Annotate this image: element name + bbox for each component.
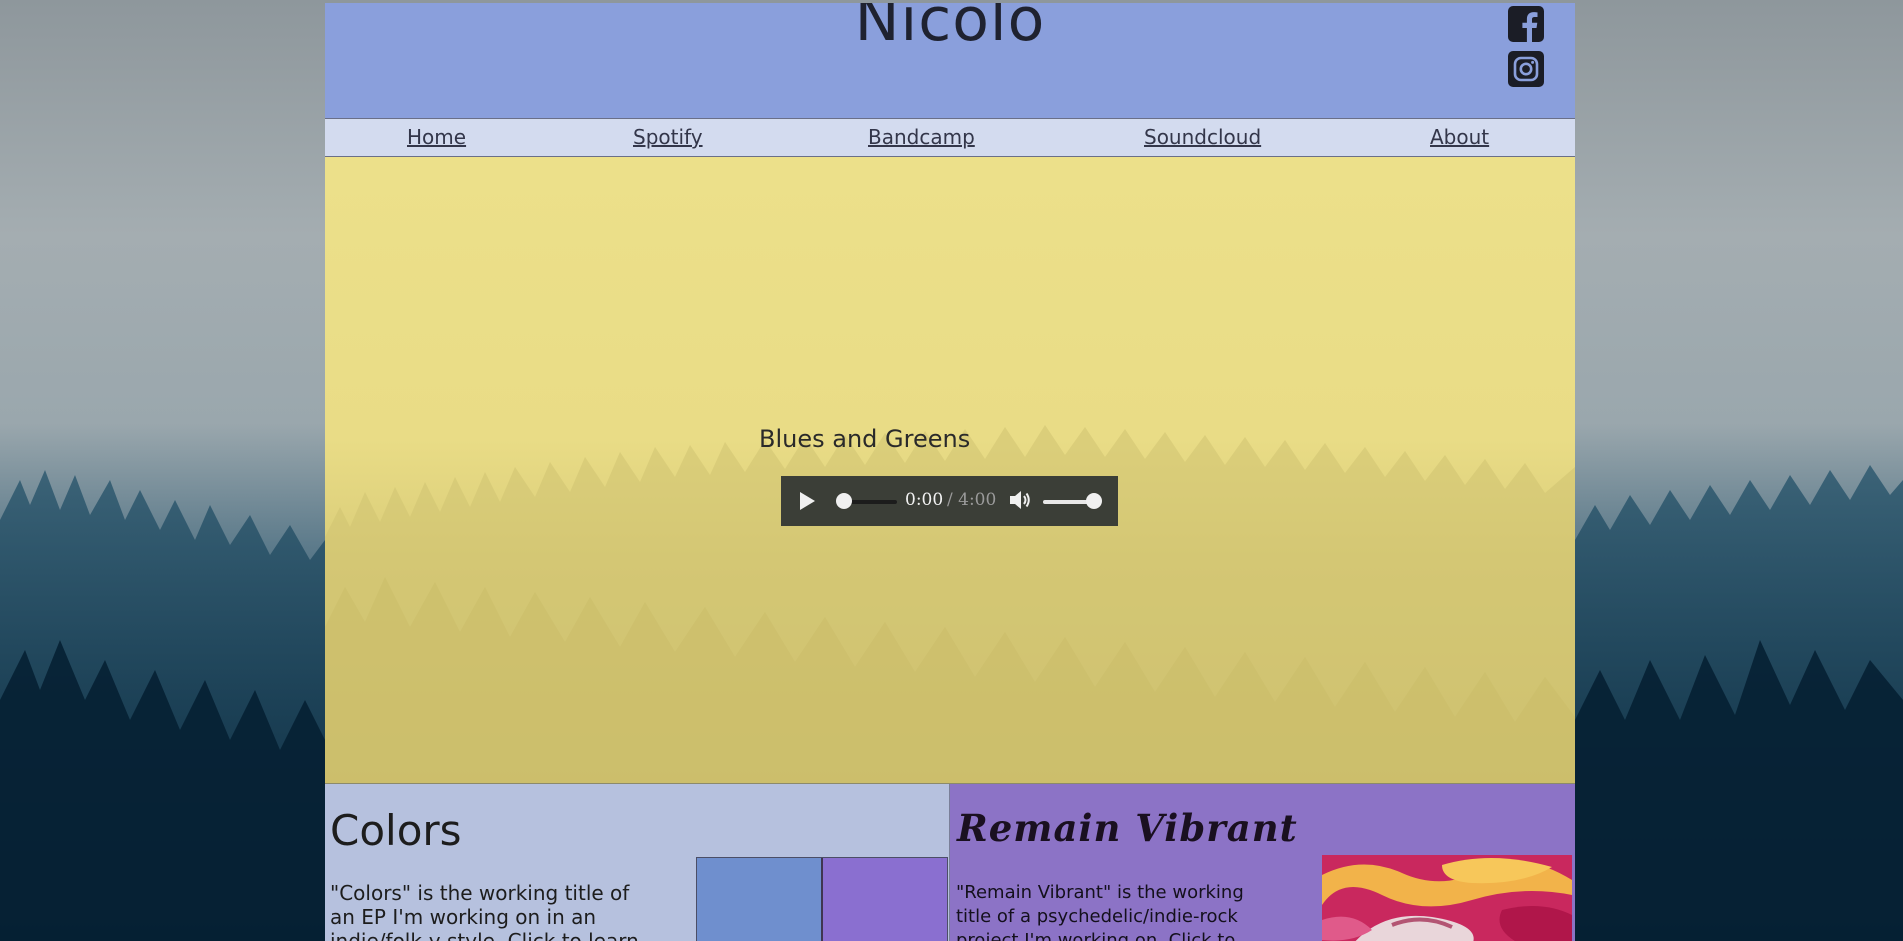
nav-about-link[interactable]: About (1430, 125, 1489, 149)
nav-bandcamp-link[interactable]: Bandcamp (868, 125, 975, 149)
project-description: "Colors" is the working title of an EP I… (330, 881, 639, 941)
remain-vibrant-cover-image[interactable] (1322, 855, 1572, 941)
project-card-remain-vibrant[interactable]: Remain Vibrant "Remain Vibrant" is the w… (950, 784, 1575, 941)
site-page: Nicolo Home Spotify Bandcamp Soundcloud … (325, 3, 1575, 941)
play-icon[interactable] (799, 492, 815, 510)
site-title: Nicolo (854, 3, 1046, 55)
facebook-icon[interactable] (1508, 6, 1544, 42)
audio-player: 0:00 / 4:00 (781, 476, 1118, 526)
duration: / 4:00 (947, 490, 997, 510)
instagram-icon[interactable] (1508, 51, 1544, 87)
main-nav: Home Spotify Bandcamp Soundcloud About (325, 119, 1575, 157)
site-header: Nicolo (325, 3, 1575, 119)
project-description: "Remain Vibrant" is the working title of… (956, 882, 1244, 941)
project-card-colors[interactable]: Colors "Colors" is the working title of … (325, 784, 950, 941)
current-time: 0:00 (905, 490, 944, 510)
nav-home-link[interactable]: Home (407, 125, 466, 149)
volume-handle[interactable] (1086, 493, 1102, 509)
hero-section: Blues and Greens 0:00 / 4:00 (325, 157, 1575, 784)
track-title: Blues and Greens (759, 425, 971, 453)
nav-soundcloud-link[interactable]: Soundcloud (1144, 125, 1261, 149)
project-title: Colors (330, 806, 462, 855)
nav-spotify-link[interactable]: Spotify (633, 125, 703, 149)
volume-icon[interactable] (1009, 490, 1031, 510)
project-title: Remain Vibrant (957, 806, 1298, 850)
hero-forest-overlay (325, 425, 1575, 783)
seek-handle[interactable] (836, 493, 852, 509)
colors-cover-image[interactable] (696, 857, 948, 941)
